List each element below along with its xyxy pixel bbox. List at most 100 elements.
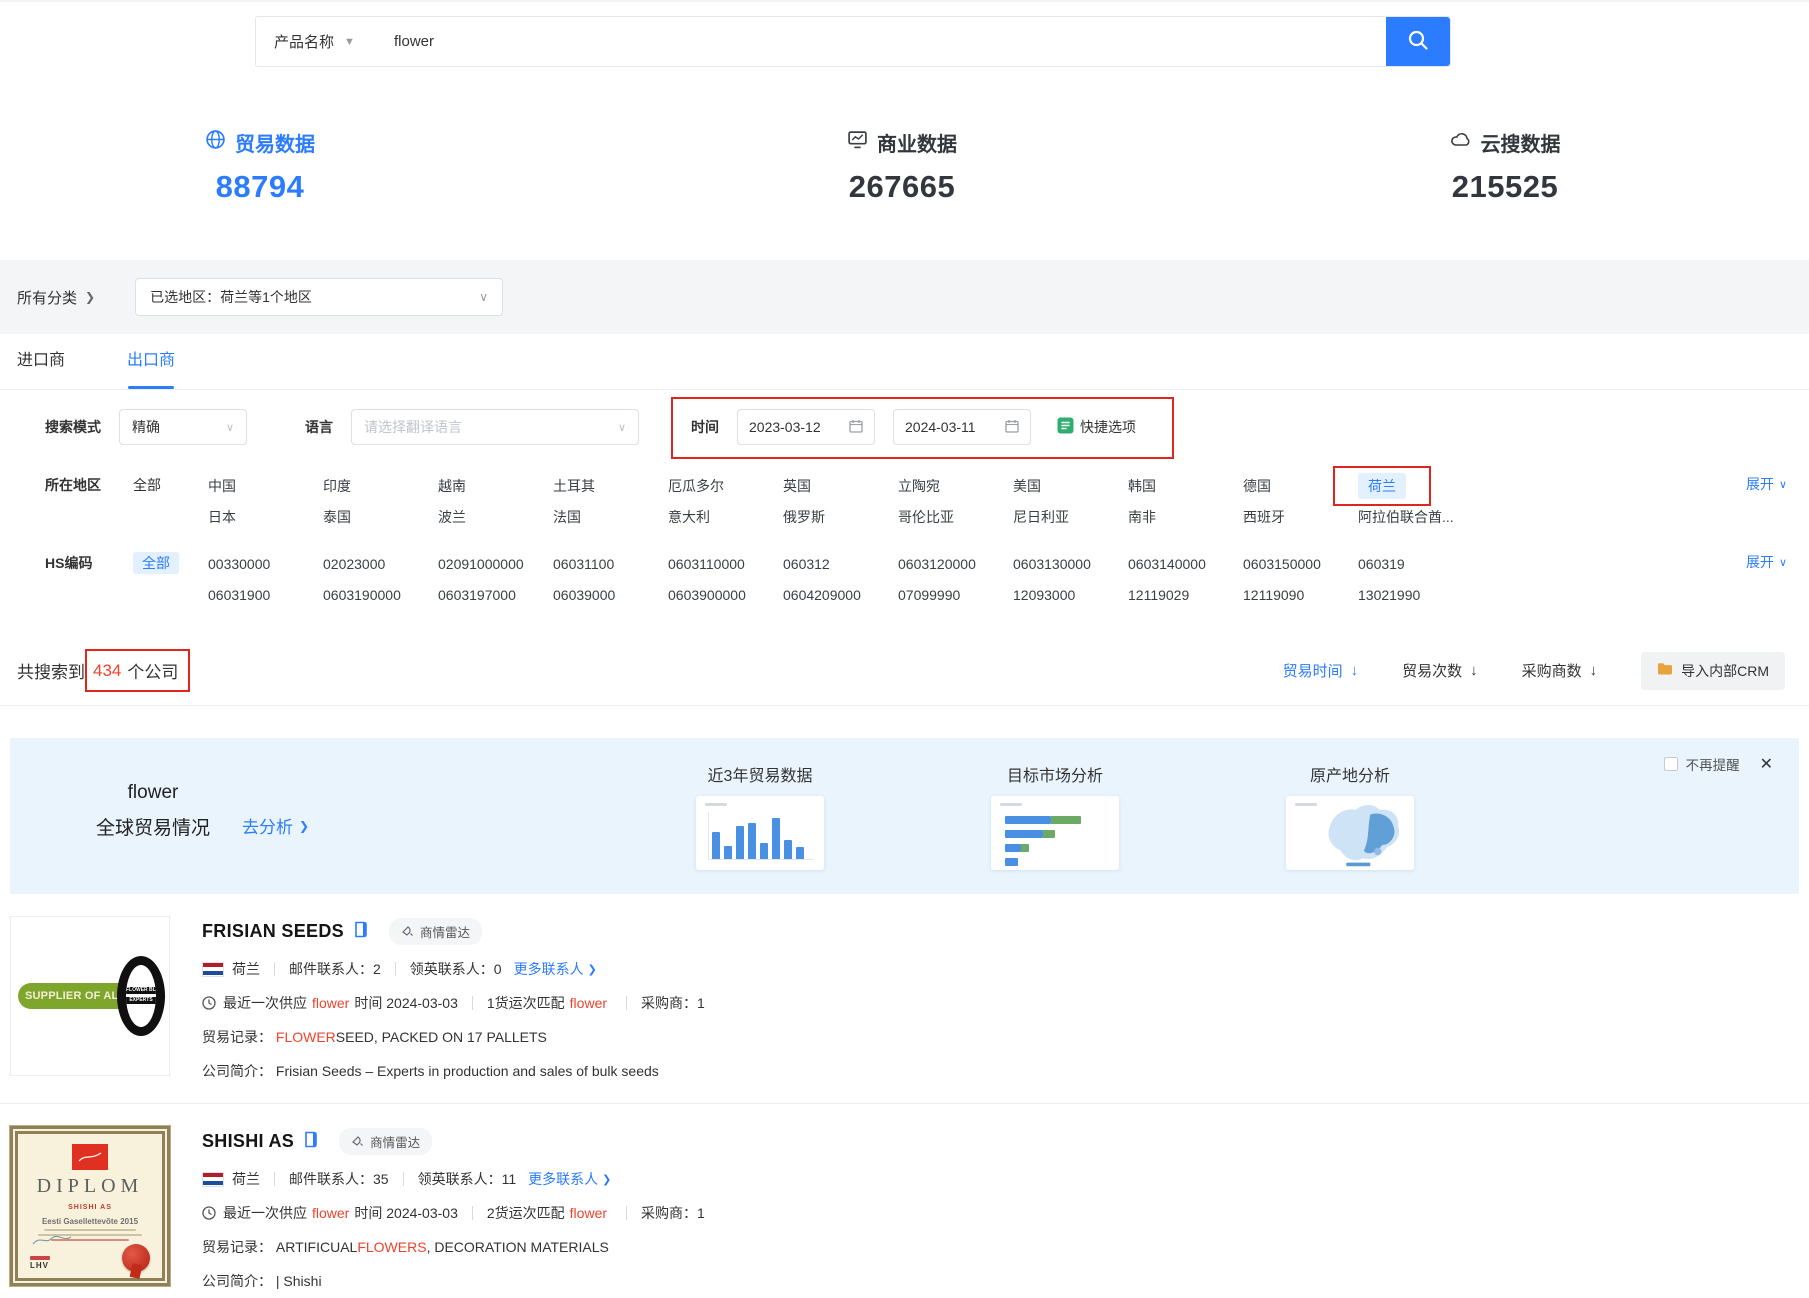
hscode-item[interactable]: 060319: [1358, 556, 1405, 572]
company-country: 荷兰: [232, 959, 260, 979]
wax-seal: [122, 1244, 150, 1272]
language-select[interactable]: 请选择翻译语言 ∨: [351, 409, 639, 445]
hscode-item[interactable]: 0603190000: [323, 587, 401, 603]
selected-region-dropdown[interactable]: 已选地区：荷兰等1个地区 ∨: [135, 278, 503, 316]
hscode-item[interactable]: 02091000000: [438, 556, 524, 572]
region-item[interactable]: 日本: [208, 507, 236, 527]
region-item[interactable]: 阿拉伯联合酋...: [1358, 507, 1454, 527]
region-item[interactable]: 意大利: [668, 507, 710, 527]
dismiss-checkbox[interactable]: [1664, 757, 1678, 771]
region-item[interactable]: 泰国: [323, 507, 351, 527]
hscode-item[interactable]: 00330000: [208, 556, 270, 572]
hscode-item[interactable]: 0603130000: [1013, 556, 1091, 572]
company-trade-record-line: 贸易记录： ARTIFICUAL FLOWERS , DECORATION MA…: [202, 1237, 705, 1257]
hscode-item[interactable]: 06031100: [553, 556, 614, 572]
hscode-item[interactable]: 0603150000: [1243, 556, 1321, 572]
region-filter-label: 所在地区: [45, 470, 133, 532]
banner-keyword: flower: [68, 782, 238, 804]
results-count-highlight: 434 个公司: [89, 658, 182, 683]
hscode-item[interactable]: 13021990: [1358, 587, 1420, 603]
trader-type-tabs: 进口商 出口商: [0, 334, 1809, 390]
sort-trade-time[interactable]: 贸易时间↓: [1283, 660, 1359, 681]
filter-row-hscode: HS编码 全部 00330000020230000209100000006031…: [45, 548, 1809, 610]
region-item[interactable]: 越南: [438, 476, 466, 496]
banner-card-trade-trend[interactable]: 近3年贸易数据: [675, 762, 845, 870]
company-name[interactable]: SHISHI AS: [202, 1131, 294, 1152]
region-item[interactable]: 韩国: [1128, 476, 1156, 496]
hscode-item[interactable]: 07099990: [898, 587, 960, 603]
hscode-item[interactable]: 12119029: [1128, 587, 1189, 603]
trade-record-label: 贸易记录：: [202, 1027, 272, 1047]
company-country: 荷兰: [232, 1169, 260, 1189]
results-header: 共搜索到 434 个公司 贸易时间↓ 贸易次数↓ 采购商数↓ 导入内部CRM: [0, 636, 1809, 706]
close-icon[interactable]: ✕: [1760, 754, 1773, 774]
stat-trade-data[interactable]: 贸易数据 88794: [100, 128, 420, 205]
hscode-expand-link[interactable]: 展开∨: [1746, 552, 1787, 572]
region-all-chip[interactable]: 全部: [133, 470, 208, 532]
quick-options-button[interactable]: 快捷选项: [1057, 417, 1136, 437]
company-logo[interactable]: SUPPLIER OF ALL SEEDS FLOWER BLEND EXPER…: [10, 916, 170, 1076]
region-item[interactable]: 哥伦比亚: [898, 507, 954, 527]
more-contacts-link[interactable]: 更多联系人❯: [514, 959, 597, 979]
region-item[interactable]: 厄瓜多尔: [668, 476, 724, 496]
search-mode-select[interactable]: 精确 ∨: [119, 409, 247, 445]
search-category-select[interactable]: 产品名称 ▼: [256, 17, 374, 66]
company-name[interactable]: FRISIAN SEEDS: [202, 921, 344, 942]
company-logo[interactable]: DIPLOM SHISHI AS Eesti Gasellettevõte 20…: [10, 1126, 170, 1286]
hscode-item[interactable]: 12093000: [1013, 587, 1075, 603]
region-item[interactable]: 俄罗斯: [783, 507, 825, 527]
hscode-item[interactable]: 0603110000: [668, 556, 745, 572]
banner-card-target-market[interactable]: 目标市场分析: [970, 762, 1140, 870]
hscode-item[interactable]: 0603900000: [668, 587, 746, 603]
date-to-input[interactable]: 2024-03-11: [893, 409, 1031, 445]
region-item[interactable]: 法国: [553, 507, 581, 527]
stat-cloud-search-data[interactable]: 云搜数据 215525: [1345, 128, 1665, 205]
region-item[interactable]: 波兰: [438, 507, 466, 527]
company-badge-icon[interactable]: [354, 921, 369, 943]
business-radar-tag[interactable]: 商情雷达: [389, 918, 482, 945]
hscode-item[interactable]: 0604209000: [783, 587, 861, 603]
region-item[interactable]: 英国: [783, 476, 811, 496]
region-item[interactable]: 立陶宛: [898, 476, 940, 496]
hscode-item[interactable]: 0603140000: [1128, 556, 1206, 572]
china-map-thumbnail: [1286, 796, 1414, 870]
tab-exporter[interactable]: 出口商: [127, 334, 175, 389]
region-item[interactable]: 西班牙: [1243, 507, 1285, 527]
stat-business-data[interactable]: 商业数据 267665: [742, 128, 1062, 205]
hscode-item[interactable]: 0603120000: [898, 556, 976, 572]
company-profile-line: 公司简介： Frisian Seeds – Experts in product…: [202, 1061, 705, 1081]
region-item[interactable]: 美国: [1013, 476, 1041, 496]
search-bar: 产品名称 ▼: [255, 16, 1451, 67]
region-expand-link[interactable]: 展开∨: [1746, 474, 1787, 494]
region-item[interactable]: 南非: [1128, 507, 1156, 527]
region-item[interactable]: 印度: [323, 476, 351, 496]
search-input[interactable]: [374, 17, 1386, 66]
breadcrumb[interactable]: 所有分类 ❯: [17, 287, 95, 308]
supply-prefix: 最近一次供应: [223, 1203, 307, 1223]
date-from-input[interactable]: 2023-03-12: [737, 409, 875, 445]
region-item[interactable]: 德国: [1243, 476, 1271, 496]
hscode-item[interactable]: 02023000: [323, 556, 385, 572]
region-item[interactable]: 荷兰: [1358, 473, 1406, 499]
hscode-all-chip[interactable]: 全部: [133, 548, 208, 610]
more-contacts-link[interactable]: 更多联系人❯: [528, 1169, 611, 1189]
import-crm-button[interactable]: 导入内部CRM: [1641, 652, 1785, 690]
region-item[interactable]: 尼日利亚: [1013, 507, 1069, 527]
hscode-item[interactable]: 12119090: [1243, 587, 1304, 603]
company-badge-icon[interactable]: [304, 1131, 319, 1153]
hscode-item[interactable]: 06031900: [208, 587, 270, 603]
region-item[interactable]: 土耳其: [553, 476, 595, 496]
hscode-item[interactable]: 060312: [783, 556, 830, 572]
hscode-chip-grid: 00330000 02023000 02091000000 06031100 06031…: [208, 548, 1809, 610]
search-button[interactable]: [1386, 17, 1450, 66]
banner-card-origin-analysis[interactable]: 原产地分析: [1265, 762, 1435, 870]
email-contacts-label: 邮件联系人：: [289, 1169, 373, 1189]
tab-importer[interactable]: 进口商: [17, 334, 65, 389]
sort-trade-count[interactable]: 贸易次数↓: [1402, 660, 1478, 681]
hscode-item[interactable]: 06039000: [553, 587, 615, 603]
hscode-item[interactable]: 0603197000: [438, 587, 516, 603]
business-radar-tag[interactable]: 商情雷达: [339, 1128, 432, 1155]
sort-buyer-count[interactable]: 采购商数↓: [1522, 660, 1598, 681]
go-analyze-link[interactable]: 去分析❯: [242, 813, 309, 838]
region-item[interactable]: 中国: [208, 476, 236, 496]
